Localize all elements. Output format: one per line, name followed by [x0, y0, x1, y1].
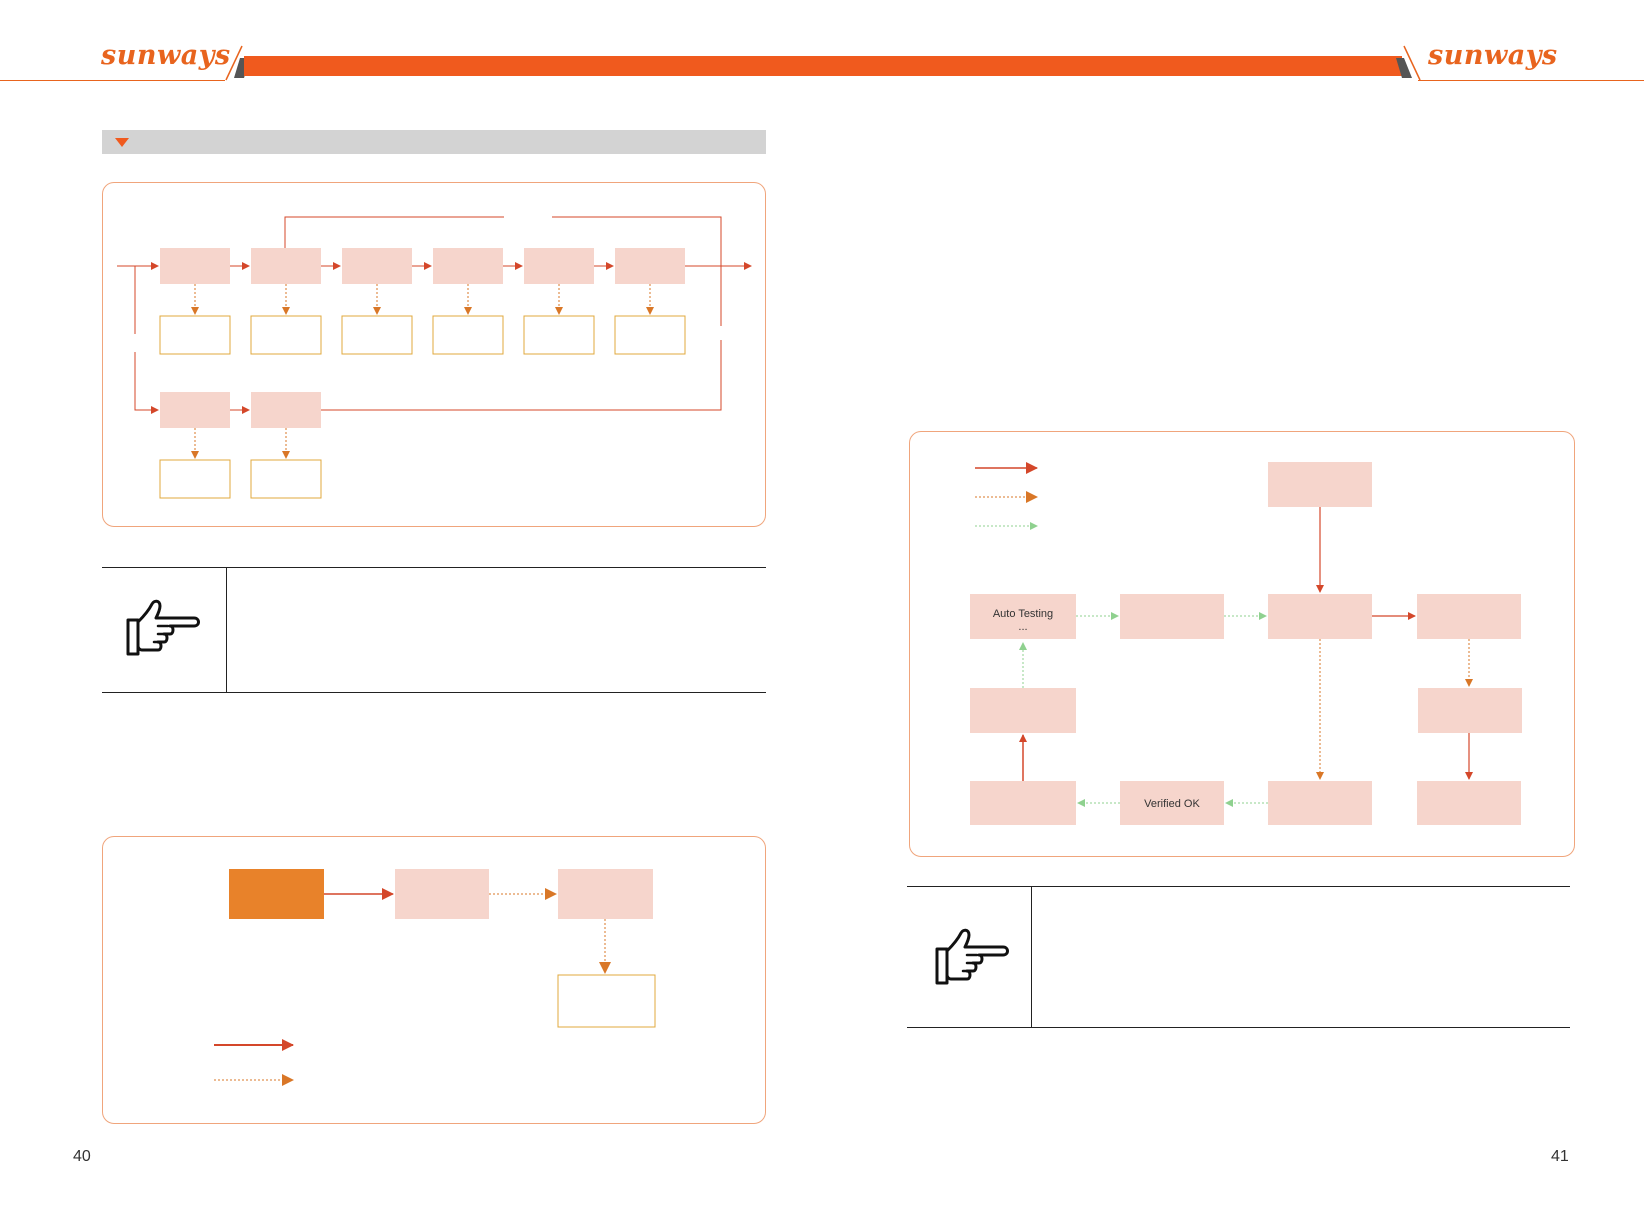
note-divider: [226, 568, 227, 692]
section-header-bar: [102, 130, 766, 154]
note-box-1: [102, 567, 766, 693]
header-divider-right: [1396, 45, 1421, 81]
flow-panel-a: [102, 182, 766, 527]
header-rule-right: [1418, 80, 1644, 81]
pointing-hand-icon: [935, 928, 1009, 985]
pointing-hand-icon: [126, 599, 200, 656]
brand-logo-right: sunways: [1428, 40, 1558, 71]
section-triangle-icon: [115, 138, 129, 147]
note-divider: [1031, 887, 1032, 1027]
note-box-2: [907, 886, 1570, 1028]
flow-panel-c: [909, 431, 1575, 857]
page-number-right: 41: [1551, 1148, 1569, 1165]
header-rule-left: [0, 80, 225, 81]
page-number-left: 40: [73, 1148, 91, 1165]
header-band: [244, 56, 1402, 76]
flow-panel-b: [102, 836, 766, 1124]
brand-logo-left: sunways: [101, 40, 231, 71]
